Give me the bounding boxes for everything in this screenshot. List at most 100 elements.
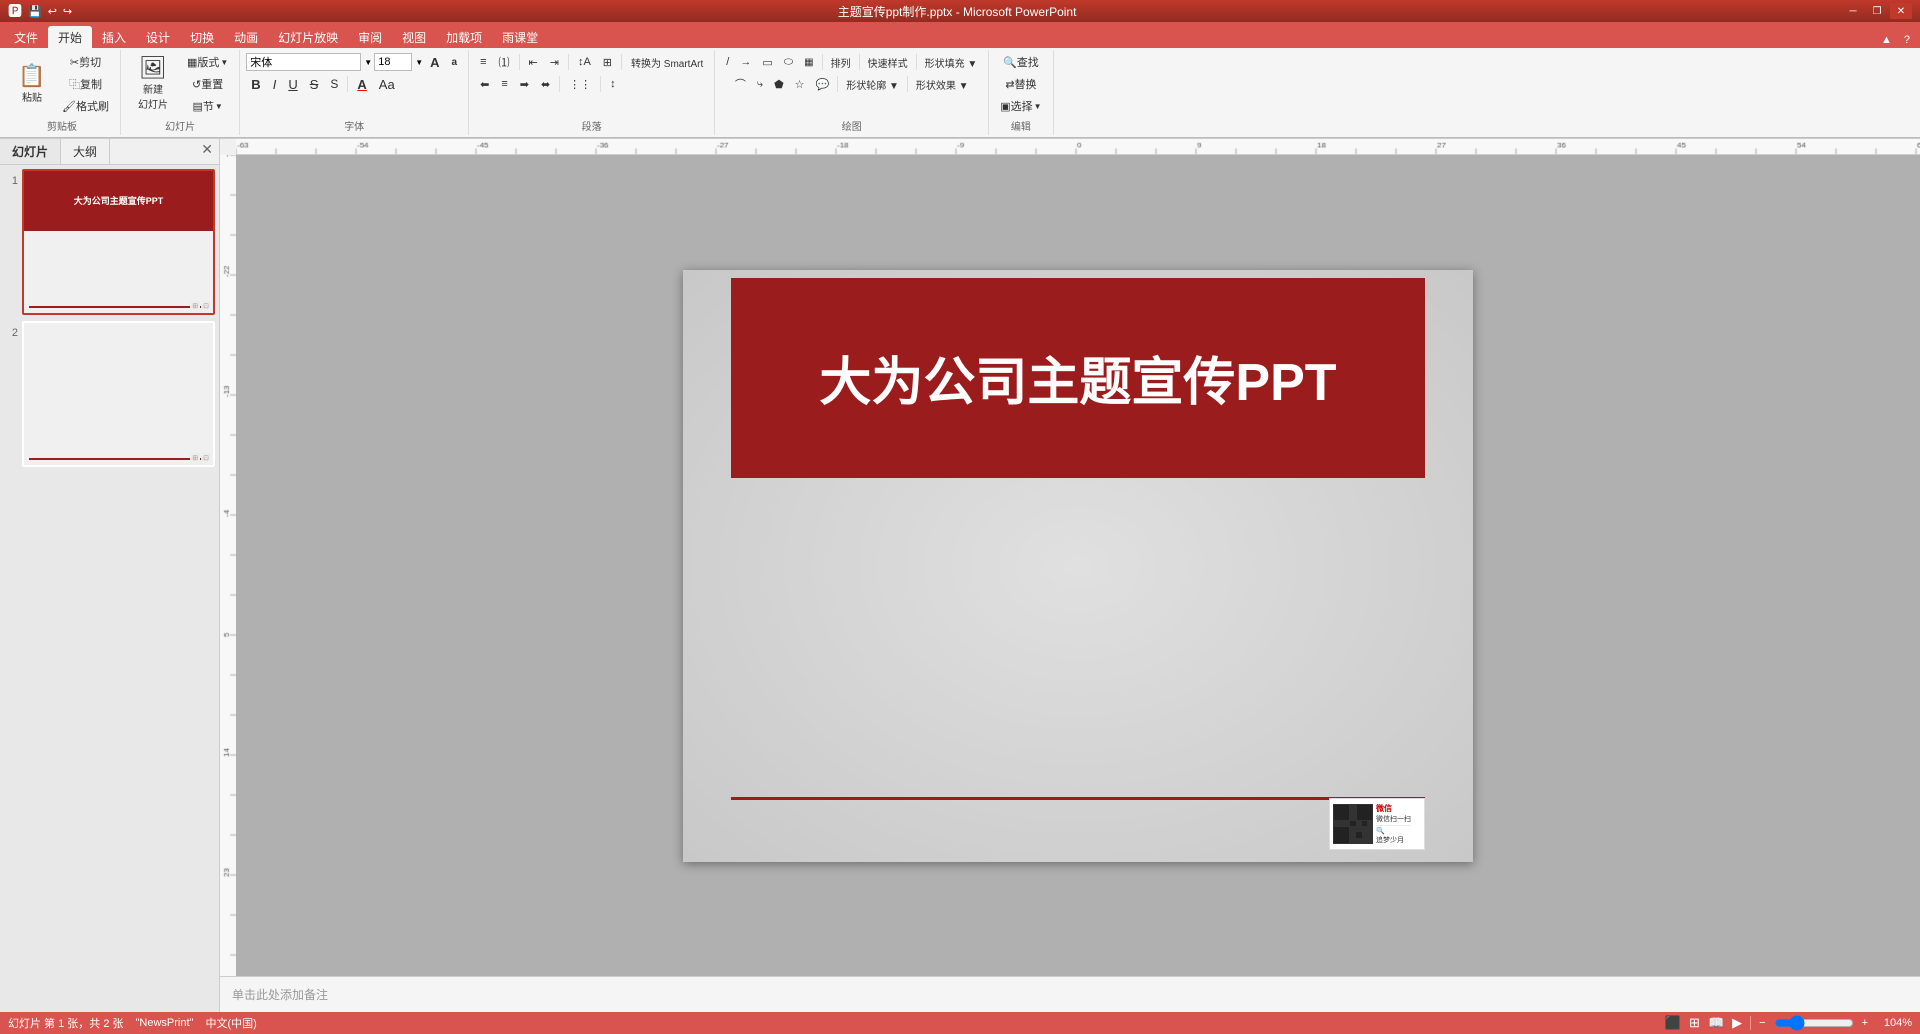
line-spacing-button[interactable]: ↕ [605, 74, 621, 94]
decrease-indent-button[interactable]: ⇤ [524, 52, 543, 72]
slides-panel-close[interactable]: ✕ [195, 139, 219, 164]
collapse-ribbon[interactable]: ▲ [1875, 32, 1898, 48]
curve-button[interactable]: ⌒ [730, 74, 751, 94]
thumb1-footer [29, 306, 208, 308]
slideshow-button[interactable]: ▶ [1732, 1015, 1742, 1031]
callout-button[interactable]: 💬 [811, 74, 835, 94]
tab-animations[interactable]: 动画 [224, 26, 268, 48]
quick-access-undo[interactable]: ↩ [48, 5, 57, 18]
thumb2-ctrl2[interactable]: ⊡ [201, 453, 211, 463]
layout-button[interactable]: ▦ 版式 ▼ [182, 52, 233, 72]
font-name-dropdown[interactable]: ▼ [364, 58, 372, 67]
tab-home[interactable]: 开始 [48, 26, 92, 48]
align-right-button[interactable]: ➡ [515, 74, 534, 94]
thumb2-ctrl1[interactable]: ⊞ [190, 453, 200, 463]
select-button[interactable]: ▣ 选择 ▼ [995, 96, 1046, 116]
quick-access-save[interactable]: 💾 [28, 5, 42, 18]
italic-button[interactable]: I [268, 74, 282, 94]
thumb1-ctrl2[interactable]: ⊡ [201, 301, 211, 311]
arrange-button[interactable]: 排列 [826, 52, 856, 72]
increase-indent-button[interactable]: ⇥ [545, 52, 564, 72]
shapes-more-button[interactable]: ▦ [799, 52, 818, 72]
tab-file[interactable]: 文件 [4, 26, 48, 48]
format-painter-button[interactable]: 🖌 格式刷 [57, 96, 114, 116]
bullets-button[interactable]: ≡ [475, 52, 491, 72]
poly-button[interactable]: ⬟ [769, 74, 789, 94]
decrease-font-button[interactable]: a [447, 52, 463, 72]
thumb1-ctrl1[interactable]: ⊞ [190, 301, 200, 311]
font-size-dropdown[interactable]: ▼ [415, 58, 423, 67]
font-size-input[interactable] [374, 53, 412, 71]
thumb2-footer [29, 458, 208, 460]
new-slide-button[interactable]: 🖼 新建幻灯片 [127, 53, 179, 115]
shape-outline-button[interactable]: 形状轮廓 ▼ [841, 74, 904, 94]
zoom-slider[interactable] [1774, 1015, 1854, 1031]
help-icon[interactable]: ? [1898, 32, 1916, 48]
numbering-button[interactable]: ⑴ [494, 52, 515, 72]
freeform-button[interactable]: ⤷ [752, 74, 768, 94]
shapes-rect-button[interactable]: ▭ [757, 52, 777, 72]
align-text-button[interactable]: ⊞ [598, 52, 617, 72]
align-center-button[interactable]: ≡ [496, 74, 512, 94]
font-name-input[interactable] [246, 53, 361, 71]
increase-font-button[interactable]: A [425, 52, 444, 72]
slide-thumbnail-1[interactable]: 大为公司主题宣传PPT ⊞ ⊡ [22, 169, 215, 315]
paste-button[interactable]: 📋 粘贴 [10, 53, 54, 115]
window-title: 主题宣传ppt制作.pptx - Microsoft PowerPoint [838, 3, 1077, 20]
quick-styles-button[interactable]: 快速样式 [863, 52, 913, 72]
shape-effects-button[interactable]: 形状效果 ▼ [911, 74, 974, 94]
section-button[interactable]: ▤ 节 ▼ [182, 96, 233, 116]
tab-addons[interactable]: 加载项 [436, 26, 492, 48]
slide-thumbnail-2[interactable]: ⊞ ⊡ [22, 321, 215, 467]
minimize-button[interactable]: ─ [1842, 3, 1864, 19]
slide-canvas[interactable]: 大为公司主题宣传PPT [683, 270, 1473, 862]
tab-review[interactable]: 审阅 [348, 26, 392, 48]
reading-view-button[interactable]: 📖 [1708, 1015, 1724, 1031]
zoom-in-button[interactable]: + [1862, 1017, 1868, 1029]
slide-main-title-container[interactable]: 大为公司主题宣传PPT [731, 278, 1425, 478]
justify-button[interactable]: ⬌ [536, 74, 555, 94]
zoom-level[interactable]: 104% [1876, 1017, 1912, 1029]
replace-button[interactable]: ⇄ 替换 [1000, 74, 1041, 94]
tab-slideshow[interactable]: 幻灯片放映 [268, 26, 348, 48]
shapes-oval-button[interactable]: ⬭ [779, 52, 798, 72]
thumb1-controls: ⊞ ⊡ [190, 301, 211, 311]
quick-access-redo[interactable]: ↪ [63, 5, 72, 18]
canvas-area[interactable]: 大为公司主题宣传PPT [236, 155, 1920, 976]
slide-sorter-button[interactable]: ⊞ [1689, 1015, 1700, 1031]
underline-button[interactable]: U [283, 74, 302, 94]
slide-thumb-wrapper-1[interactable]: 1 大为公司主题宣传PPT ⊞ ⊡ [4, 169, 215, 315]
tab-cloud[interactable]: 雨课堂 [492, 26, 548, 48]
slides-tab-thumbnails[interactable]: 幻灯片 [0, 139, 61, 164]
notes-area[interactable]: 单击此处添加备注 [220, 976, 1920, 1012]
tab-design[interactable]: 设计 [136, 26, 180, 48]
bold-button[interactable]: B [246, 74, 265, 94]
align-left-button[interactable]: ⬅ [475, 74, 494, 94]
shape-fill-button[interactable]: 形状填充 ▼ [920, 52, 983, 72]
shapes-arrow-button[interactable]: → [735, 52, 756, 72]
slides-tab-outline[interactable]: 大纲 [61, 139, 110, 164]
strikethrough-button[interactable]: S [305, 74, 324, 94]
normal-view-button[interactable]: ⬛ [1665, 1015, 1681, 1031]
drawing-group: / → ▭ ⬭ ▦ 排列 快速样式 形状填充 ▼ ⌒ ⤷ ⬟ ☆ [715, 50, 989, 135]
slide-thumb-wrapper-2[interactable]: 2 ⊞ ⊡ [4, 321, 215, 467]
tab-transitions[interactable]: 切换 [180, 26, 224, 48]
tab-view[interactable]: 视图 [392, 26, 436, 48]
text-direction-button[interactable]: ↕A [573, 52, 596, 72]
font-color-button[interactable]: A [352, 74, 371, 94]
columns-button[interactable]: ⋮⋮ [564, 74, 596, 94]
zoom-out-button[interactable]: − [1759, 1017, 1765, 1029]
restore-button[interactable]: ❐ [1866, 3, 1888, 19]
notes-placeholder[interactable]: 单击此处添加备注 [232, 986, 328, 1003]
tab-insert[interactable]: 插入 [92, 26, 136, 48]
smartart-button[interactable]: 转换为 SmartArt [626, 52, 708, 72]
star-button[interactable]: ☆ [790, 74, 810, 94]
shadow-button[interactable]: S [325, 74, 343, 94]
char-spacing-button[interactable]: Aa [374, 74, 400, 94]
copy-button[interactable]: ⿻ 复制 [57, 74, 114, 94]
find-button[interactable]: 🔍 查找 [998, 52, 1044, 72]
cut-button[interactable]: ✂ 剪切 [57, 52, 114, 72]
shapes-line-button[interactable]: / [721, 52, 734, 72]
close-button[interactable]: ✕ [1890, 3, 1912, 19]
reset-button[interactable]: ↺ 重置 [182, 74, 233, 94]
